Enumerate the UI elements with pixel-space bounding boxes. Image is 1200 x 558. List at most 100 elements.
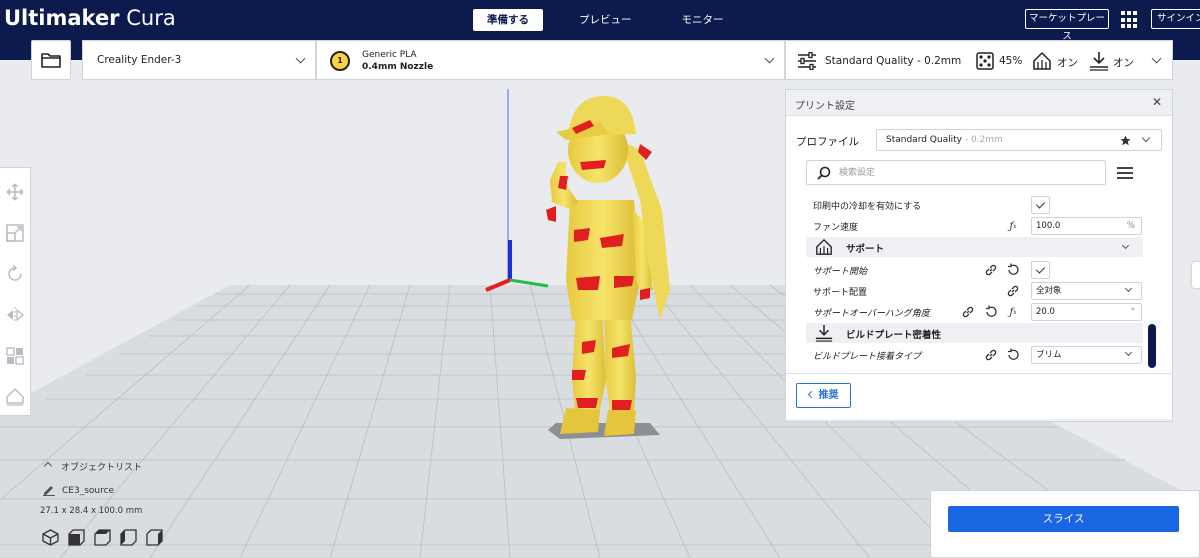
- category-support[interactable]: サポート: [806, 237, 1143, 257]
- function-icon[interactable]: ƒx: [1006, 305, 1020, 319]
- chevron-left-icon: [807, 390, 815, 399]
- setting-label: サポート配置: [813, 288, 868, 298]
- view-right-button[interactable]: [146, 529, 163, 546]
- material-selector[interactable]: 1 Generic PLA 0.4mm Nozzle: [316, 40, 785, 80]
- tab-prepare[interactable]: 準備する: [473, 9, 543, 31]
- link-icon[interactable]: [1006, 284, 1020, 298]
- reset-icon[interactable]: [1006, 263, 1020, 277]
- signin-button[interactable]: サインイン: [1151, 9, 1200, 29]
- material-name: Generic PLA: [362, 50, 417, 60]
- setting-label: サポートオーバーハング角度: [813, 309, 930, 319]
- panel-resize-handle[interactable]: [786, 419, 1172, 421]
- view-3d-button[interactable]: [42, 529, 59, 546]
- slice-button[interactable]: スライス: [948, 506, 1179, 532]
- sliders-icon: [798, 52, 816, 70]
- link-icon[interactable]: [984, 348, 998, 362]
- link-icon[interactable]: [961, 305, 975, 319]
- support-enable-checkbox[interactable]: [1031, 261, 1050, 279]
- setting-label: ファン速度: [813, 223, 859, 233]
- front-view-icon: [68, 529, 85, 546]
- link-icon[interactable]: [984, 263, 998, 277]
- action-panel: スライス: [930, 490, 1200, 558]
- fan-speed-input[interactable]: 100.0%: [1031, 217, 1142, 235]
- support-blocker-icon: [6, 388, 24, 406]
- tool-panel: [0, 167, 31, 416]
- print-settings-panel: プリント設定 ✕ プロファイル Standard Quality - 0.2mm…: [785, 89, 1173, 422]
- chevron-up-icon: [43, 461, 53, 471]
- chevron-down-icon: [764, 53, 775, 64]
- adhesion-type-select[interactable]: ブリム: [1031, 346, 1142, 364]
- chevron-down-icon: [1124, 284, 1133, 293]
- recommended-button[interactable]: 推奨: [796, 383, 851, 408]
- adhesion-value: オン: [1113, 57, 1134, 69]
- per-model-settings-icon: [6, 347, 24, 365]
- camera-view-buttons: [42, 529, 163, 546]
- view-left-button[interactable]: [120, 529, 137, 546]
- panel-divider: [786, 373, 1172, 374]
- setting-row-enable-cooling: 印刷中の冷却を有効にする: [806, 194, 1143, 215]
- object-filename[interactable]: CE3_source: [42, 486, 114, 496]
- setting-label: サポート開始: [813, 267, 868, 277]
- search-input[interactable]: [839, 165, 1089, 181]
- object-list-toggle[interactable]: オブジェクトリスト: [42, 460, 142, 473]
- panel-header: プリント設定 ✕: [786, 90, 1172, 116]
- view-front-button[interactable]: [68, 529, 85, 546]
- support-placement-select[interactable]: 全対象: [1031, 282, 1142, 300]
- setting-label: ビルドプレート接着タイプ: [813, 352, 922, 362]
- scale-icon: [6, 224, 24, 242]
- open-file-button[interactable]: [31, 40, 71, 80]
- checkmark-icon: [1035, 263, 1046, 274]
- search-icon: [817, 166, 831, 180]
- apps-grid-icon[interactable]: [1121, 11, 1139, 29]
- panel-title: プリント設定: [795, 101, 855, 112]
- mirror-icon: [7, 307, 24, 323]
- machine-name: Creality Ender-3: [97, 54, 182, 66]
- per-model-settings-tool[interactable]: [5, 346, 25, 366]
- edit-icon: [43, 486, 55, 496]
- settings-visibility-menu-icon[interactable]: [1117, 167, 1133, 179]
- folder-icon: [41, 53, 61, 68]
- support-icon: [816, 239, 832, 255]
- category-adhesion[interactable]: ビルドプレート密着性: [806, 323, 1143, 343]
- reset-icon[interactable]: [984, 305, 998, 319]
- profile-select[interactable]: Standard Quality - 0.2mm: [876, 129, 1162, 151]
- left-view-icon: [120, 529, 137, 546]
- rotate-tool[interactable]: [5, 264, 25, 284]
- adhesion-icon: [815, 324, 833, 342]
- checkmark-icon: [1035, 198, 1046, 209]
- adhesion-icon: [1090, 52, 1108, 71]
- print-setup-selector[interactable]: Standard Quality - 0.2mm 45% オン オン: [785, 40, 1173, 80]
- infill-value: 45%: [999, 55, 1023, 67]
- support-angle-input[interactable]: 20.0 °: [1031, 303, 1142, 321]
- nozzle-size: 0.4mm Nozzle: [362, 62, 434, 72]
- reset-icon[interactable]: [1006, 348, 1020, 362]
- support-blocker-tool[interactable]: [5, 387, 25, 407]
- infill-icon: [976, 52, 994, 70]
- enable-cooling-checkbox[interactable]: [1031, 196, 1050, 214]
- machine-selector[interactable]: Creality Ender-3: [82, 40, 316, 80]
- function-icon[interactable]: ƒx: [1006, 219, 1020, 233]
- chevron-down-icon: [1141, 133, 1151, 143]
- side-panel-handle[interactable]: [1192, 262, 1200, 288]
- close-icon[interactable]: ✕: [1152, 95, 1162, 109]
- scale-tool[interactable]: [5, 223, 25, 243]
- move-tool[interactable]: [5, 182, 25, 202]
- object-dimensions: 27.1 x 28.4 x 100.0 mm: [40, 506, 143, 516]
- chevron-down-icon: [295, 53, 306, 64]
- marketplace-button[interactable]: マーケットプレース: [1025, 9, 1109, 42]
- star-icon[interactable]: [1120, 135, 1131, 146]
- view-top-button[interactable]: [94, 529, 111, 546]
- right-view-icon: [146, 529, 163, 546]
- mirror-tool[interactable]: [5, 305, 25, 325]
- settings-scrollbar[interactable]: [1148, 324, 1156, 368]
- settings-list: 印刷中の冷却を有効にする ファン速度 ƒx 100.0% サポート サポート開始: [806, 194, 1143, 372]
- stage-tabs: 準備する プレビュー モニター: [473, 9, 738, 31]
- tab-monitor[interactable]: モニター: [668, 9, 738, 31]
- setting-row-support-angle: サポートオーバーハング角度 ƒx 20.0 °: [806, 301, 1143, 322]
- top-view-icon: [94, 529, 111, 546]
- setting-row-fan-speed: ファン速度 ƒx 100.0%: [806, 215, 1143, 236]
- profile-label: プロファイル: [796, 136, 859, 148]
- tab-preview[interactable]: プレビュー: [565, 9, 646, 31]
- category-label: サポート: [846, 244, 885, 255]
- chevron-down-icon: [1124, 348, 1133, 357]
